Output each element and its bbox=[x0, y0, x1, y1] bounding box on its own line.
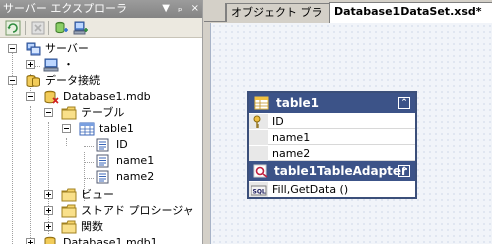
window-position-icon[interactable]: ▼ bbox=[162, 3, 170, 14]
table-icon bbox=[79, 122, 95, 136]
collapse-toggle-icon[interactable] bbox=[8, 76, 17, 85]
tree-item-column-name2[interactable]: name2 bbox=[0, 169, 200, 185]
column-icon bbox=[95, 138, 111, 152]
servers-icon bbox=[25, 42, 41, 56]
row-gutter: SQL bbox=[249, 182, 268, 197]
tab-strip-left-edge bbox=[204, 3, 226, 22]
datatable-header[interactable]: table1 ⌃ bbox=[249, 93, 415, 113]
tree-item-database1-mdb1[interactable]: Database1.mdb1 bbox=[0, 235, 200, 244]
tree-item-server-child[interactable]: ・ bbox=[0, 57, 200, 73]
tree-item-column-id[interactable]: ID bbox=[0, 137, 200, 153]
server-explorer-panel: サーバー エクスプローラ ▼ ₚ × サーバー ・ データ接続 Database… bbox=[0, 0, 203, 244]
column-label: name2 bbox=[272, 147, 311, 160]
tree-item-database1[interactable]: Database1.mdb bbox=[0, 89, 200, 105]
tableadapter-title: table1TableAdapter bbox=[274, 164, 407, 178]
collapse-table-button[interactable]: ⌃ bbox=[398, 97, 410, 109]
tableadapter-header[interactable]: table1TableAdapter ⌃ bbox=[249, 161, 415, 181]
column-label: name1 bbox=[272, 131, 311, 144]
datatable-title: table1 bbox=[276, 96, 320, 110]
column-icon bbox=[95, 154, 111, 168]
tree-label: サーバー bbox=[45, 42, 89, 55]
collapse-toggle-icon[interactable] bbox=[44, 108, 53, 117]
tree-label: name1 bbox=[116, 154, 155, 167]
tree-label: ・ bbox=[63, 58, 74, 71]
row-gutter bbox=[249, 114, 268, 129]
tree-label: テーブル bbox=[81, 106, 125, 119]
collapse-adapter-button[interactable]: ⌃ bbox=[398, 165, 410, 177]
primary-key-icon bbox=[253, 115, 261, 128]
data-connections-icon bbox=[25, 74, 41, 88]
folder-icon bbox=[61, 106, 77, 120]
document-tab-strip: オブジェクト ブラウザ Database1DataSet.xsd* bbox=[204, 0, 492, 36]
folder-icon bbox=[61, 220, 77, 234]
expand-toggle-icon[interactable] bbox=[26, 60, 35, 69]
server-explorer-title-bar: サーバー エクスプローラ ▼ ₚ × bbox=[0, 0, 202, 18]
tree-item-views-folder[interactable]: ビュー bbox=[0, 187, 200, 203]
tree-item-servers[interactable]: サーバー bbox=[0, 41, 200, 57]
tree-label: ビュー bbox=[81, 188, 114, 201]
datatable-column-row[interactable]: name2 bbox=[249, 146, 415, 161]
collapse-toggle-icon[interactable] bbox=[26, 92, 35, 101]
expand-toggle-icon[interactable] bbox=[44, 222, 53, 231]
tree-item-functions-folder[interactable]: 関数 bbox=[0, 219, 200, 235]
datatable-column-row[interactable]: name1 bbox=[249, 130, 415, 145]
collapse-toggle-icon[interactable] bbox=[8, 44, 17, 53]
access-database-icon bbox=[43, 90, 59, 104]
tree-label: table1 bbox=[99, 122, 134, 135]
tab-object-browser[interactable]: オブジェクト ブラウザ bbox=[226, 3, 330, 36]
folder-icon bbox=[61, 188, 77, 202]
server-explorer-title: サーバー エクスプローラ bbox=[3, 2, 128, 15]
tree-item-column-name1[interactable]: name1 bbox=[0, 153, 200, 169]
tableadapter-method-row[interactable]: SQL Fill,GetData () bbox=[249, 182, 415, 197]
row-gutter bbox=[249, 130, 268, 145]
tree-label: ストアド プロシージャ bbox=[81, 204, 194, 217]
tree-label: データ接続 bbox=[45, 74, 100, 87]
access-database-icon bbox=[43, 236, 59, 244]
svg-text:SQL: SQL bbox=[253, 189, 266, 196]
stop-icon[interactable] bbox=[30, 20, 46, 36]
tree-label: Database1.mdb bbox=[63, 90, 151, 103]
computer-icon bbox=[43, 58, 59, 72]
tree-label: ID bbox=[116, 138, 128, 151]
expand-toggle-icon[interactable] bbox=[44, 206, 53, 215]
connect-to-database-icon[interactable] bbox=[53, 20, 69, 36]
tree-label: 関数 bbox=[81, 220, 103, 233]
close-icon[interactable]: × bbox=[191, 3, 199, 14]
datatable-icon bbox=[254, 96, 270, 116]
refresh-icon[interactable] bbox=[5, 20, 21, 36]
tree-item-tables-folder[interactable]: テーブル bbox=[0, 105, 200, 121]
auto-hide-pin-icon[interactable]: ₚ bbox=[178, 3, 182, 14]
tree-item-stored-procedures-folder[interactable]: ストアド プロシージャ bbox=[0, 203, 200, 219]
row-gutter bbox=[249, 146, 268, 161]
expand-toggle-icon[interactable] bbox=[44, 190, 53, 199]
sql-query-icon: SQL bbox=[251, 185, 267, 196]
datatable-table1[interactable]: table1 ⌃ ID name1 name2 table1TableAdapt… bbox=[247, 91, 417, 199]
method-label: Fill,GetData () bbox=[272, 183, 349, 196]
expand-toggle-icon[interactable] bbox=[26, 238, 35, 244]
title-buttons: ▼ ₚ × bbox=[157, 0, 199, 18]
server-explorer-toolbar bbox=[0, 18, 202, 38]
column-label: ID bbox=[272, 115, 284, 128]
folder-icon bbox=[61, 204, 77, 218]
datatable-column-row[interactable]: ID bbox=[249, 114, 415, 129]
toolbar-separator bbox=[48, 21, 49, 35]
collapse-toggle-icon[interactable] bbox=[62, 124, 71, 133]
column-icon bbox=[95, 170, 111, 184]
tree-label: Database1.mdb1 bbox=[63, 236, 158, 244]
toolbar-separator bbox=[25, 21, 26, 35]
tree-item-table1[interactable]: table1 bbox=[0, 121, 200, 137]
tab-dataset-xsd[interactable]: Database1DataSet.xsd* bbox=[329, 2, 492, 23]
connect-to-server-icon[interactable] bbox=[73, 20, 89, 36]
tree-label: name2 bbox=[116, 170, 155, 183]
tableadapter-icon bbox=[253, 164, 269, 184]
tree-item-data-connections[interactable]: データ接続 bbox=[0, 73, 200, 89]
